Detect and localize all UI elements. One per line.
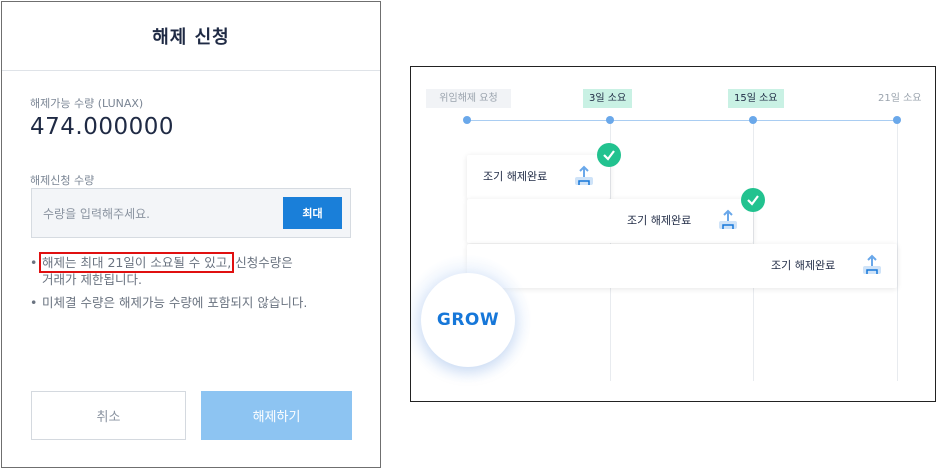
card-label: 조기 해제완료 [483,170,548,183]
timeline-dot [606,116,614,124]
grow-badge: GROW [421,273,515,367]
timeline-marker-start: 위임해제 요청 [426,89,511,108]
available-amount-label: 해제가능 수량 (LUNAX) [30,97,144,110]
submit-release-button[interactable]: 해제하기 [201,391,352,440]
release-timeline-diagram: 위임해제 요청 3일 소요 15일 소요 21일 소요 조기 해제완료 조기 해… [410,66,936,402]
check-circle-icon [741,188,765,212]
modal-title: 해제 신청 [152,27,230,48]
card-label: 조기 해제완료 [627,214,692,227]
note-text: 거래가 제한됩니다. [42,272,142,287]
timeline-marker-21-days: 21일 소요 [878,93,922,104]
amount-input[interactable] [41,197,285,231]
timeline-marker-15-days: 15일 소요 [728,89,784,108]
available-amount-value: 474.000000 [30,114,175,140]
early-release-card: 조기 해제완료 [467,155,610,199]
timeline-axis [467,120,899,121]
early-release-card: 조기 해제완료 [467,199,753,243]
unlock-tray-icon [573,165,595,189]
early-release-card: 조기 해제완료 [467,244,897,288]
unlock-tray-icon [717,209,739,233]
max-button[interactable]: 최대 [283,197,342,229]
modal-header: 해제 신청 [2,2,380,71]
note-text: 미체결 수량은 해제가능 수량에 포함되지 않습니다. [42,295,308,310]
release-request-modal: 해제 신청 해제가능 수량 (LUNAX) 474.000000 해제신청 수량… [1,1,381,468]
timeline-dot [749,116,757,124]
card-label: 조기 해제완료 [771,259,836,272]
cancel-button[interactable]: 취소 [31,391,186,440]
note-text: 신청수량은 [235,255,293,270]
amount-input-box: 최대 [31,188,351,238]
grow-logo-text: GROW [436,310,500,330]
timeline-marker-3-days: 3일 소요 [583,89,633,108]
highlighted-notice: 해제는 최대 21일이 소요될 수 있고, [38,252,235,273]
notes-list: 해제는 최대 21일이 소요될 수 있고, 신청수량은거래가 제한됩니다. 미체… [30,252,360,317]
note-item: 미체결 수량은 해제가능 수량에 포함되지 않습니다. [30,294,360,311]
timeline-gridline [897,121,898,381]
timeline-dot [893,116,901,124]
check-circle-icon [597,143,621,167]
timeline-dot [463,116,471,124]
note-item: 해제는 최대 21일이 소요될 수 있고, 신청수량은거래가 제한됩니다. [30,252,360,288]
request-amount-label: 해제신청 수량 [30,174,95,187]
unlock-tray-icon [861,254,883,278]
